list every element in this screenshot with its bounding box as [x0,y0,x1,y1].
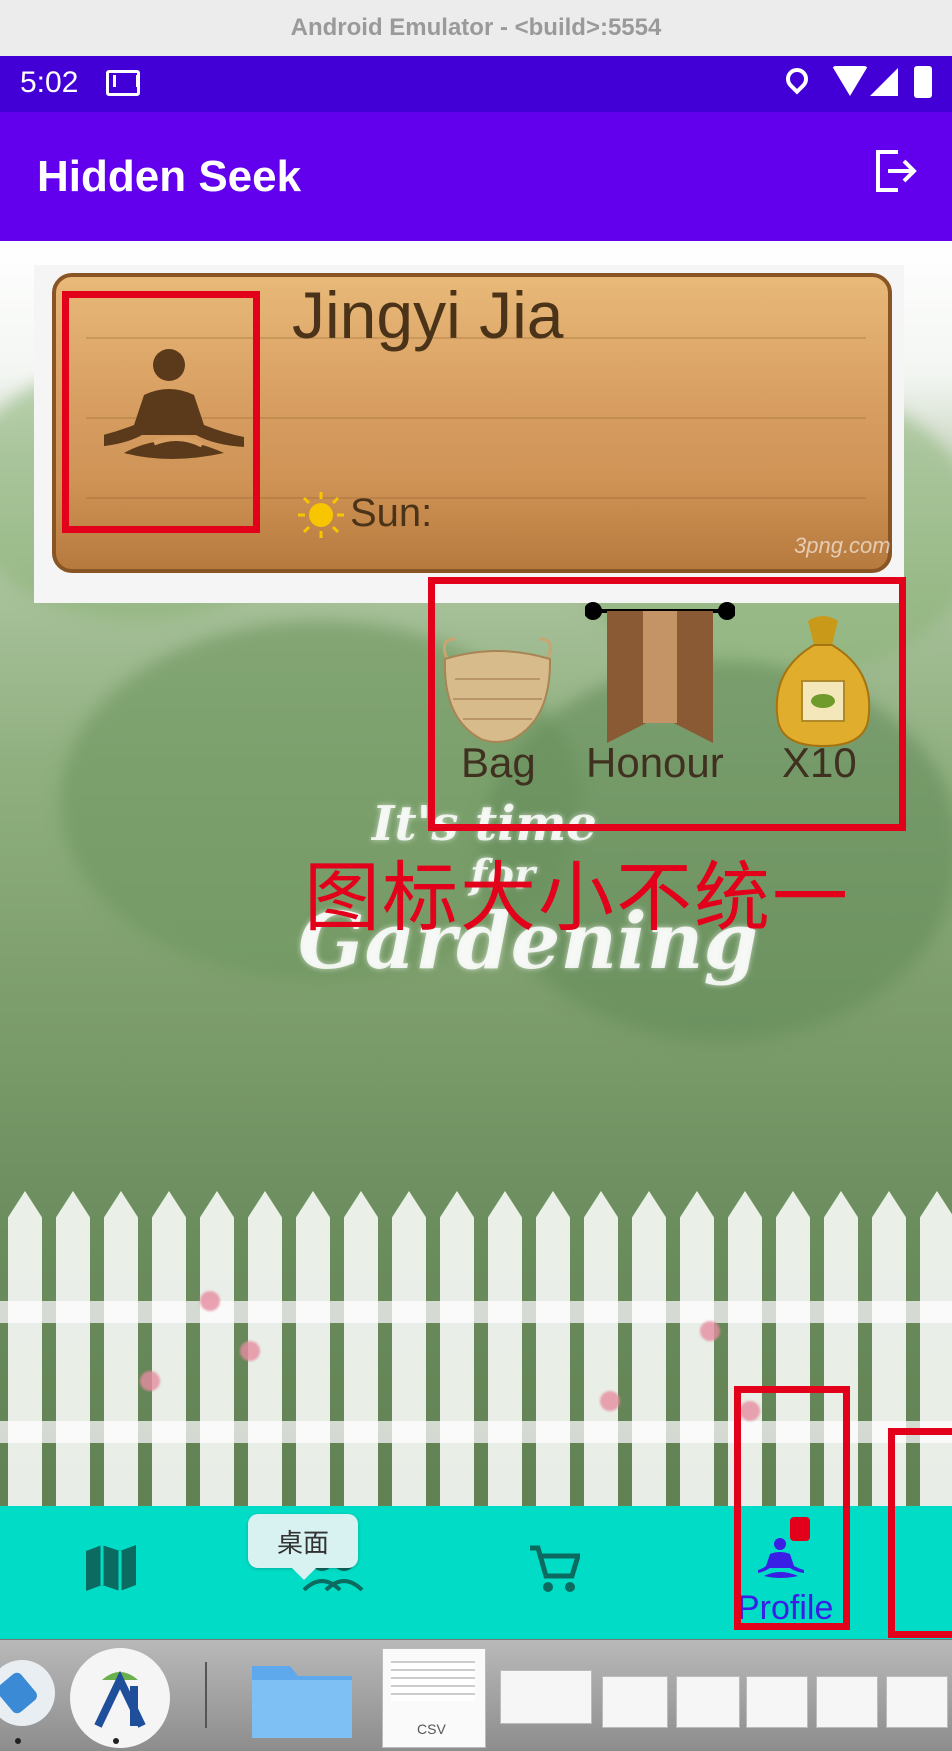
gmail-icon [106,70,140,96]
csv-preview [391,1661,475,1701]
dock-divider [205,1662,207,1728]
screen-rotation-app-icon[interactable] [0,1658,58,1728]
highlight-box-profile-nav [734,1386,850,1630]
cart-icon[interactable] [528,1544,580,1594]
android-studio-icon[interactable] [68,1646,172,1750]
map-icon[interactable] [84,1541,138,1595]
csv-label: CSV [417,1721,446,1737]
fence-picket [680,1191,714,1521]
sun-icon [298,492,344,538]
highlight-box-avatar [62,291,260,533]
window-thumbnail[interactable] [816,1676,878,1728]
signal-icon [870,68,898,96]
logout-icon[interactable] [870,146,920,196]
battery-icon [914,66,932,98]
fence-picket [488,1191,522,1521]
fence-picket [200,1191,234,1521]
annotation-text: 图标大小不统一 [304,856,850,941]
window-thumbnail[interactable] [886,1676,948,1728]
window-thumbnail[interactable] [676,1676,740,1728]
flower [600,1391,620,1411]
tooltip-text: 桌面 [276,1527,329,1558]
flower [240,1341,260,1361]
running-indicator [15,1738,21,1744]
watermark: 3png.com [794,533,891,558]
window-thumbnail[interactable] [746,1676,808,1728]
fence-picket [8,1191,42,1521]
fence-picket [56,1191,90,1521]
garden-background: It's time for Gardening Jingyi Jia Sun: … [0,241,952,1571]
tooltip-desktop: 桌面 [248,1514,358,1580]
fence-picket [440,1191,474,1521]
fence-picket [632,1191,666,1521]
status-bar: 5:02 [0,56,952,112]
flower [140,1371,160,1391]
phone-screen: 5:02 Hidden Seek It's time for Gardening [0,56,952,1639]
wifi-icon [832,66,868,96]
highlight-box-items [428,577,906,831]
macos-dock: CSV [0,1639,952,1751]
highlight-box-edge [888,1428,952,1638]
flower [700,1321,720,1341]
location-icon [781,63,813,95]
fence-picket [584,1191,618,1521]
fence-picket [536,1191,570,1521]
status-time: 5:02 [20,66,79,99]
window-title: Android Emulator - <build>:5554 [290,14,662,41]
fence-picket [344,1191,378,1521]
window-thumbnail[interactable] [602,1676,668,1728]
fence-picket [392,1191,426,1521]
window-title-bar: Android Emulator - <build>:5554 [0,0,952,57]
running-indicator [113,1738,119,1744]
fence-picket [104,1191,138,1521]
csv-file-icon[interactable]: CSV [382,1648,486,1748]
fence-picket [152,1191,186,1521]
window-thumbnail[interactable] [500,1670,592,1724]
flower [200,1291,220,1311]
app-bar: Hidden Seek [0,112,952,241]
sun-label: Sun: [350,491,433,535]
fence-picket [296,1191,330,1521]
profile-name: Jingyi Jia [292,278,564,352]
folder-icon[interactable] [246,1646,358,1746]
app-title: Hidden Seek [37,152,302,201]
